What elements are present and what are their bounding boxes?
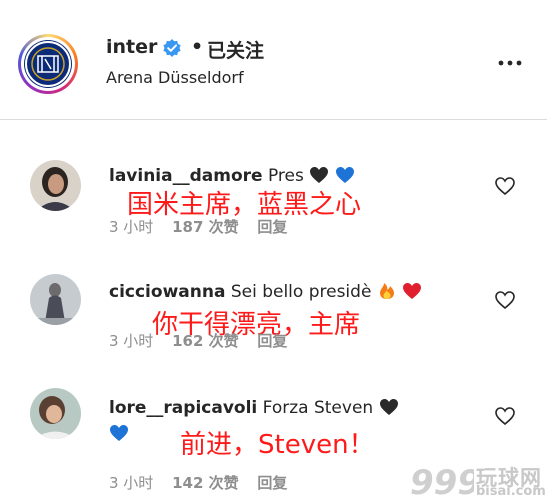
like-heart-icon[interactable] [494, 406, 516, 426]
site-watermark: 999 玩球网 bisai.com [408, 460, 547, 503]
commenter-avatar[interactable] [30, 388, 81, 439]
profile-avatar[interactable] [18, 34, 78, 94]
comment-text: Pres [267, 166, 304, 186]
watermark-domain: bisai.com [476, 484, 546, 499]
comment-text: Forza Steven [262, 398, 374, 418]
watermark-logo-icon: 999 [410, 463, 481, 503]
chinese-annotation: 前进，Steven！ [180, 430, 375, 460]
comment-time: 3 小时 [109, 332, 154, 350]
blue-heart-icon [335, 167, 354, 183]
more-options-icon[interactable] [495, 56, 525, 70]
black-heart-icon [310, 167, 329, 183]
comment-username[interactable]: lore__rapicavoli [109, 398, 257, 418]
svg-text:999: 999 [410, 463, 474, 500]
comment-likes[interactable]: 187 次赞 [172, 218, 239, 236]
comment-likes[interactable]: 162 次赞 [172, 332, 239, 350]
fire-icon [379, 283, 394, 299]
commenter-avatar[interactable] [30, 160, 81, 211]
comment-item: lavinia__damore Pres 国米主席，蓝黑之心 3 小时 187 … [0, 140, 547, 255]
blue-heart-icon [110, 425, 128, 441]
follow-status-button[interactable]: 已关注 [207, 36, 264, 63]
comment-time: 3 小时 [109, 474, 154, 492]
reply-button[interactable]: 回复 [257, 474, 287, 492]
reply-button[interactable]: 回复 [257, 218, 287, 236]
post-location[interactable]: Arena Düsseldorf [106, 68, 244, 87]
inter-logo [24, 40, 72, 88]
reply-button[interactable]: 回复 [257, 332, 287, 350]
post-header: inter • 已关注 Arena Düsseldorf [0, 0, 547, 120]
verified-badge-icon [163, 39, 181, 57]
red-heart-icon [403, 283, 422, 299]
post-username[interactable]: inter [106, 36, 157, 58]
comment-username[interactable]: lavinia__damore [109, 166, 263, 186]
comment-time: 3 小时 [109, 218, 154, 236]
separator-dot: • [191, 36, 204, 58]
like-heart-icon[interactable] [494, 290, 516, 310]
like-heart-icon[interactable] [494, 176, 516, 196]
comment-text: Sei bello presidè [230, 282, 372, 302]
black-heart-icon [379, 399, 398, 415]
comment-username[interactable]: cicciowanna [109, 282, 225, 302]
comment-item: cicciowanna Sei bello presidè 你干得漂亮，主席 3… [0, 256, 547, 371]
commenter-avatar[interactable] [30, 274, 81, 325]
comment-likes[interactable]: 142 次赞 [172, 474, 239, 492]
